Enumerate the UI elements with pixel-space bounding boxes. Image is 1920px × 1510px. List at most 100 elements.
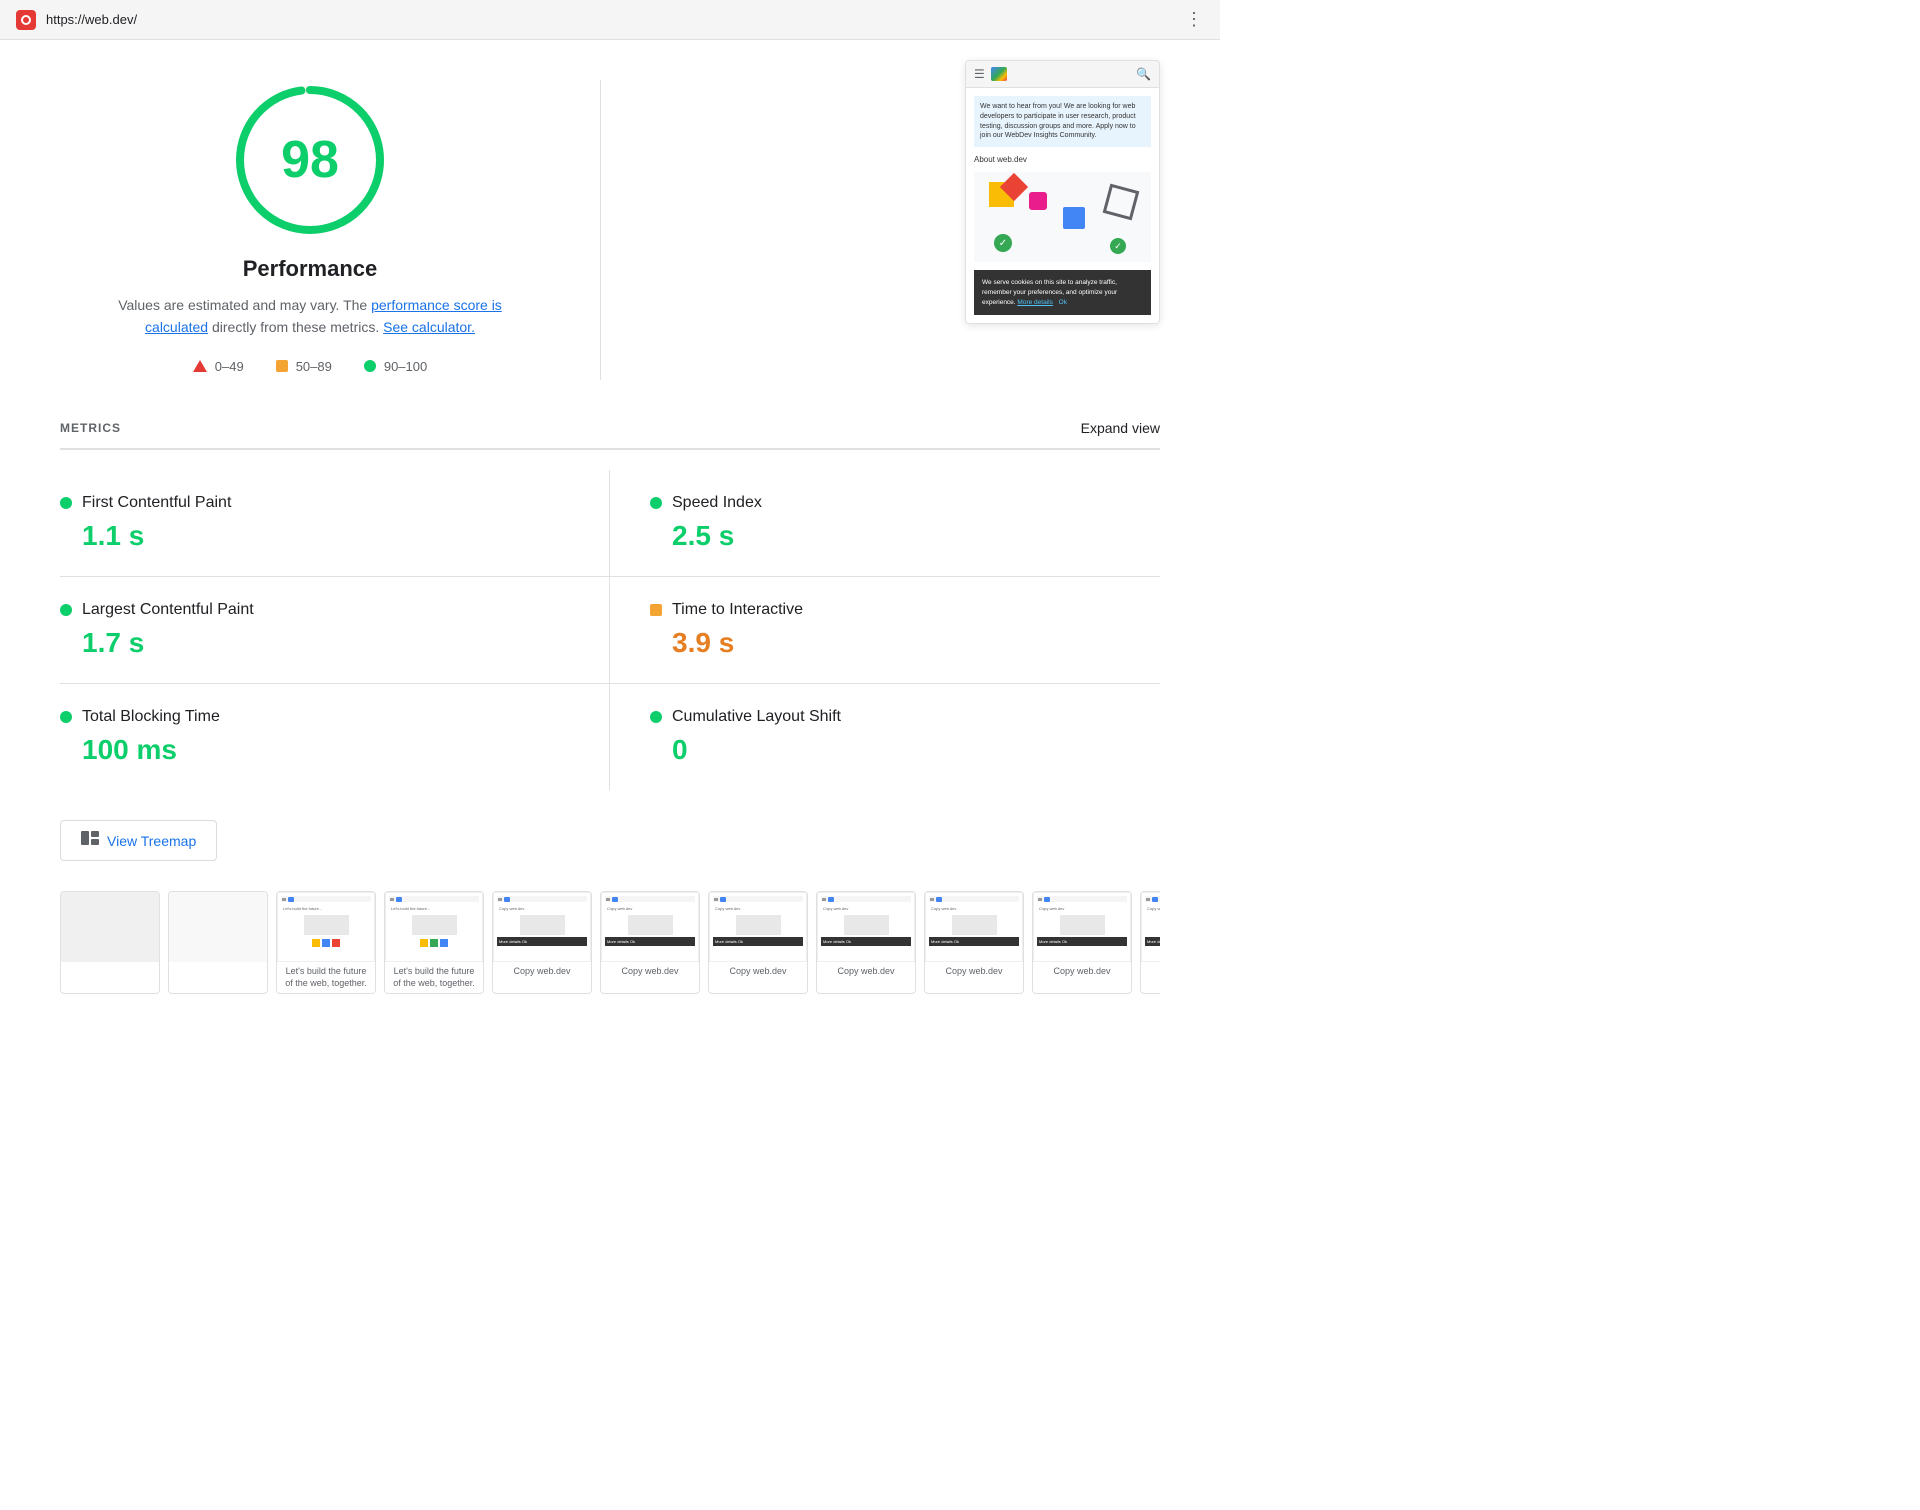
score-description: Values are estimated and may vary. The p… <box>100 294 520 339</box>
legend-green-icon <box>364 360 376 372</box>
metric-fcp-value: 1.1 s <box>60 520 569 552</box>
filmstrip-thumb-inner-7: Copy web.dev More details Ok <box>709 892 807 962</box>
expand-view-button[interactable]: Expand view <box>1081 420 1160 436</box>
filmstrip-item-11: Copy web.dev More details Ok Copy web.de… <box>1140 891 1160 994</box>
metrics-grid: First Contentful Paint 1.1 s Speed Index… <box>60 470 1160 790</box>
filmstrip-thumb-5: Copy web.dev More details Ok <box>493 892 591 962</box>
metric-si-label: Speed Index <box>672 494 762 512</box>
divider-vertical <box>600 80 601 380</box>
treemap-section: View Treemap <box>60 820 1160 861</box>
metrics-header: METRICS Expand view <box>60 420 1160 450</box>
filmstrip-thumb-3: Let's build the future... <box>277 892 375 962</box>
metric-cls-value: 0 <box>650 734 1160 766</box>
metric-tbt-value: 100 ms <box>60 734 569 766</box>
browser-bar: https://web.dev/ ⋮ <box>0 0 1220 40</box>
ss-logo-icon <box>991 67 1007 81</box>
ss-hamburger-icon: ☰ <box>974 67 985 81</box>
metric-cls-name-row: Cumulative Layout Shift <box>650 708 1160 726</box>
metric-fcp: First Contentful Paint 1.1 s <box>60 470 610 577</box>
treemap-button-label: View Treemap <box>107 833 196 849</box>
metric-si-indicator <box>650 497 662 509</box>
filmstrip-thumb-inner-4: Let's build the future... <box>385 892 483 962</box>
ss-banner-text: We want to hear from you! We are looking… <box>980 103 1136 139</box>
filmstrip-caption-10: Copy web.dev <box>1033 962 1131 982</box>
metric-tbt-name-row: Total Blocking Time <box>60 708 569 726</box>
metric-tti: Time to Interactive 3.9 s <box>610 577 1160 684</box>
filmstrip-thumb-11: Copy web.dev More details Ok <box>1141 892 1160 962</box>
ill-outline-box <box>1103 184 1140 221</box>
filmstrip-thumb-6: Copy web.dev More details Ok <box>601 892 699 962</box>
filmstrip-item-3: Let's build the future... Let's build th… <box>276 891 376 994</box>
url-bar[interactable]: https://web.dev/ <box>46 12 1185 27</box>
ss-cookie-details-link[interactable]: More details <box>1017 299 1052 306</box>
legend-red-label: 0–49 <box>215 359 244 374</box>
filmstrip-thumb-10: Copy web.dev More details Ok <box>1033 892 1131 962</box>
metric-lcp-name-row: Largest Contentful Paint <box>60 601 569 619</box>
score-desc-middle: directly from these metrics. <box>208 319 383 335</box>
filmstrip: Let's build the future... Let's build th… <box>60 891 1160 1004</box>
ss-cookie-ok: Ok <box>1059 299 1067 306</box>
filmstrip-caption-6: Copy web.dev <box>601 962 699 982</box>
metric-tbt: Total Blocking Time 100 ms <box>60 684 610 790</box>
filmstrip-thumb-inner-6: Copy web.dev More details Ok <box>601 892 699 962</box>
filmstrip-caption-7: Copy web.dev <box>709 962 807 982</box>
metric-tti-indicator <box>650 604 662 616</box>
legend-item-orange: 50–89 <box>276 359 332 374</box>
metric-si: Speed Index 2.5 s <box>610 470 1160 577</box>
calculator-link[interactable]: See calculator. <box>383 319 475 335</box>
filmstrip-caption-1 <box>61 962 159 970</box>
filmstrip-item-5: Copy web.dev More details Ok Copy web.de… <box>492 891 592 994</box>
filmstrip-thumb-9: Copy web.dev More details Ok <box>925 892 1023 962</box>
browser-logo-icon <box>16 10 36 30</box>
legend-item-red: 0–49 <box>193 359 244 374</box>
screenshot-preview: ☰ 🔍 We want to hear from you! We are loo… <box>965 60 1160 324</box>
metric-cls-indicator <box>650 711 662 723</box>
filmstrip-caption-3: Let's build the future of the web, toget… <box>277 962 375 993</box>
filmstrip-thumb-8: Copy web.dev More details Ok <box>817 892 915 962</box>
ss-search-icon: 🔍 <box>1136 67 1151 81</box>
ill-checkmark2: ✓ <box>1110 238 1126 254</box>
filmstrip-thumb-inner-3: Let's build the future... <box>277 892 375 962</box>
ss-about-label: About web.dev <box>974 155 1151 164</box>
score-title: Performance <box>243 256 378 282</box>
score-left: 98 Performance Values are estimated and … <box>60 80 560 374</box>
filmstrip-item-4: Let's build the future... Let's build th… <box>384 891 484 994</box>
metric-cls-label: Cumulative Layout Shift <box>672 708 841 726</box>
metric-tbt-indicator <box>60 711 72 723</box>
filmstrip-thumb-1 <box>61 892 159 962</box>
score-desc-prefix: Values are estimated and may vary. The <box>118 297 371 313</box>
metric-cls: Cumulative Layout Shift 0 <box>610 684 1160 790</box>
ss-cookie-bar: We serve cookies on this site to analyze… <box>974 270 1151 315</box>
treemap-icon <box>81 831 99 850</box>
metrics-label: METRICS <box>60 421 121 435</box>
filmstrip-item-8: Copy web.dev More details Ok Copy web.de… <box>816 891 916 994</box>
screenshot-body: We want to hear from you! We are looking… <box>966 88 1159 323</box>
view-treemap-button[interactable]: View Treemap <box>60 820 217 861</box>
ill-blue-square <box>1063 207 1085 229</box>
metric-si-name-row: Speed Index <box>650 494 1160 512</box>
filmstrip-thumb-inner-11: Copy web.dev More details Ok <box>1141 892 1160 962</box>
metric-fcp-name-row: First Contentful Paint <box>60 494 569 512</box>
legend-green-label: 90–100 <box>384 359 427 374</box>
filmstrip-item-10: Copy web.dev More details Ok Copy web.de… <box>1032 891 1132 994</box>
score-legend: 0–49 50–89 90–100 <box>193 359 427 374</box>
filmstrip-item-1 <box>60 891 160 994</box>
legend-orange-label: 50–89 <box>296 359 332 374</box>
ss-banner: We want to hear from you! We are looking… <box>974 96 1151 147</box>
filmstrip-item-6: Copy web.dev More details Ok Copy web.de… <box>600 891 700 994</box>
metric-tti-label: Time to Interactive <box>672 601 803 619</box>
ill-pink-rect <box>1029 192 1047 210</box>
score-gauge: 98 <box>230 80 390 240</box>
filmstrip-caption-2 <box>169 962 267 970</box>
screenshot-top-bar: ☰ 🔍 <box>966 61 1159 88</box>
filmstrip-thumb-4: Let's build the future... <box>385 892 483 962</box>
ill-checkmark1: ✓ <box>994 234 1012 252</box>
filmstrip-caption-8: Copy web.dev <box>817 962 915 982</box>
metric-tti-value: 3.9 s <box>650 627 1160 659</box>
ss-illustration: ✓ ✓ <box>974 172 1151 262</box>
browser-menu-icon[interactable]: ⋮ <box>1185 9 1204 30</box>
filmstrip-thumb-2 <box>169 892 267 962</box>
metric-fcp-indicator <box>60 497 72 509</box>
filmstrip-item-9: Copy web.dev More details Ok Copy web.de… <box>924 891 1024 994</box>
filmstrip-caption-4: Let's build the future of the web, toget… <box>385 962 483 993</box>
